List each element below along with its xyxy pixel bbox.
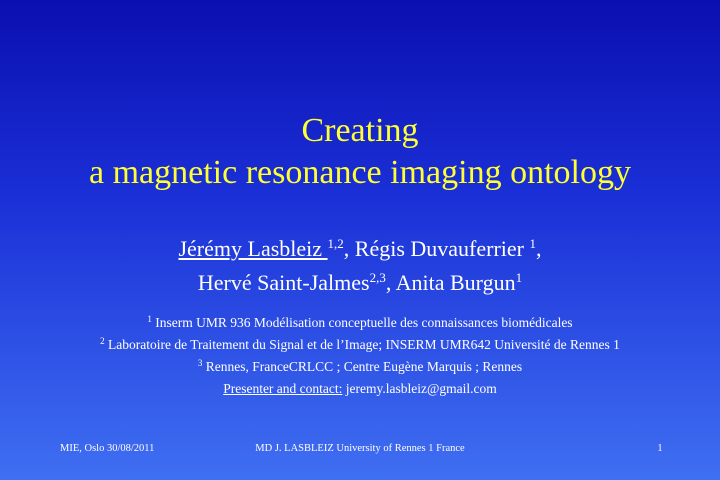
author-line-2: Hervé Saint-Jalmes2,3, Anita Burgun1 xyxy=(0,266,720,300)
slide-number: 1 xyxy=(657,443,663,454)
author-separator: , xyxy=(536,236,542,261)
affiliation-1: 1 Inserm UMR 936 Modélisation conceptuel… xyxy=(0,313,720,332)
author-4-name: , Anita Burgun xyxy=(385,270,516,295)
affiliation-list: 1 Inserm UMR 936 Modélisation conceptuel… xyxy=(0,313,720,401)
affiliation-2: 2 Laboratoire de Traitement du Signal et… xyxy=(60,335,660,354)
contact-label: Presenter and contact: xyxy=(223,381,343,396)
author-2-name: , Régis Duvauferrier xyxy=(343,236,530,261)
affiliation-1-text: Inserm UMR 936 Modélisation conceptuelle… xyxy=(151,315,573,330)
author-3-affil: 2,3 xyxy=(369,270,386,285)
presenter-name: Jérémy Lasbleiz xyxy=(178,236,328,261)
contact-line: Presenter and contact: jeremy.lasbleiz@g… xyxy=(0,379,720,398)
footer-date: MIE, Oslo 30/08/2011 xyxy=(60,443,155,454)
footer-author: MD J. LASBLEIZ University of Rennes 1 Fr… xyxy=(255,443,465,454)
contact-email: jeremy.lasbleiz@gmail.com xyxy=(342,381,497,396)
affiliation-2-text: Laboratoire de Traitement du Signal et d… xyxy=(104,337,620,352)
author-4-affil: 1 xyxy=(515,270,523,285)
title-line-1: Creating xyxy=(301,112,419,149)
slide-title: Creating a magnetic resonance imaging on… xyxy=(0,110,720,194)
title-line-2: a magnetic resonance imaging ontology xyxy=(89,154,631,191)
affiliation-3-text: Rennes, FranceCRLCC ; Centre Eugène Marq… xyxy=(202,359,523,374)
author-1-affil: 1,2 xyxy=(327,236,344,251)
author-line-1: Jérémy Lasbleiz 1,2, Régis Duvauferrier … xyxy=(0,232,720,266)
author-3-name: Hervé Saint-Jalmes xyxy=(197,270,370,295)
affiliation-3: 3 Rennes, FranceCRLCC ; Centre Eugène Ma… xyxy=(0,357,720,376)
author-list: Jérémy Lasbleiz 1,2, Régis Duvauferrier … xyxy=(0,232,720,300)
slide: Creating a magnetic resonance imaging on… xyxy=(0,0,720,480)
